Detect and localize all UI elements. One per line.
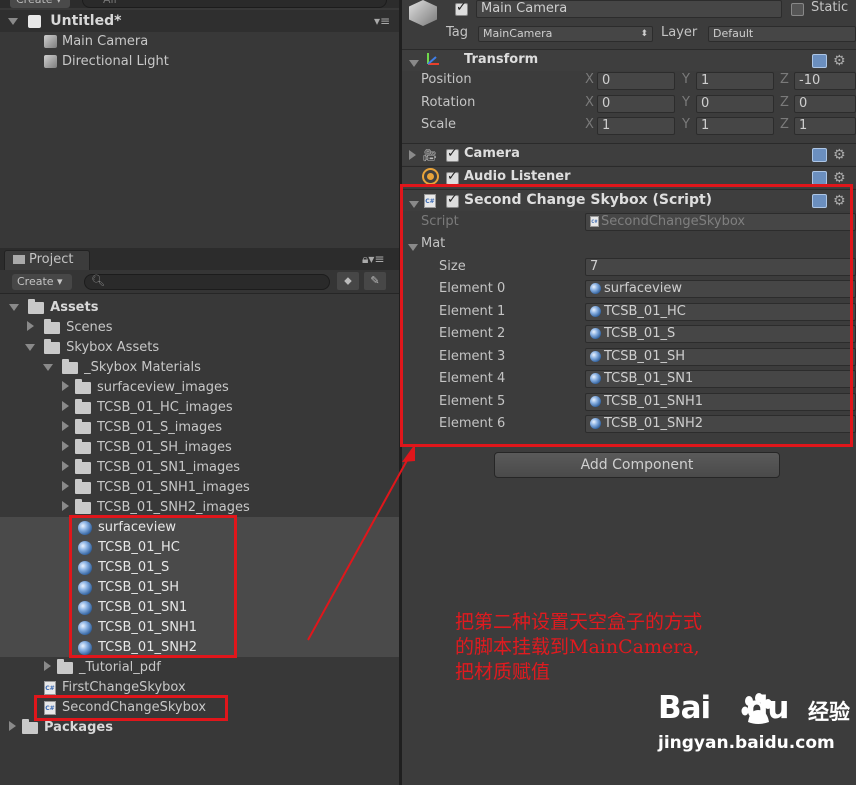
annotation-line: 把第二种设置天空盒子的方式 xyxy=(455,611,703,633)
annotation-line: 的脚本挂载到MainCamera, xyxy=(455,636,700,658)
annotation-line: 把材质赋值 xyxy=(455,661,551,683)
watermark-url: jingyan.baidu.com xyxy=(658,733,835,753)
baidu-jingyan-watermark: Baidu 经验 jingyan.baidu.com xyxy=(658,690,856,785)
annotation-arrow xyxy=(307,444,415,641)
baidu-paw-icon xyxy=(741,693,772,724)
watermark-cn: 经验 xyxy=(808,700,850,724)
annotation-text: 把第二种设置天空盒子的方式 的脚本挂载到MainCamera, 把材质赋值 xyxy=(455,610,702,685)
